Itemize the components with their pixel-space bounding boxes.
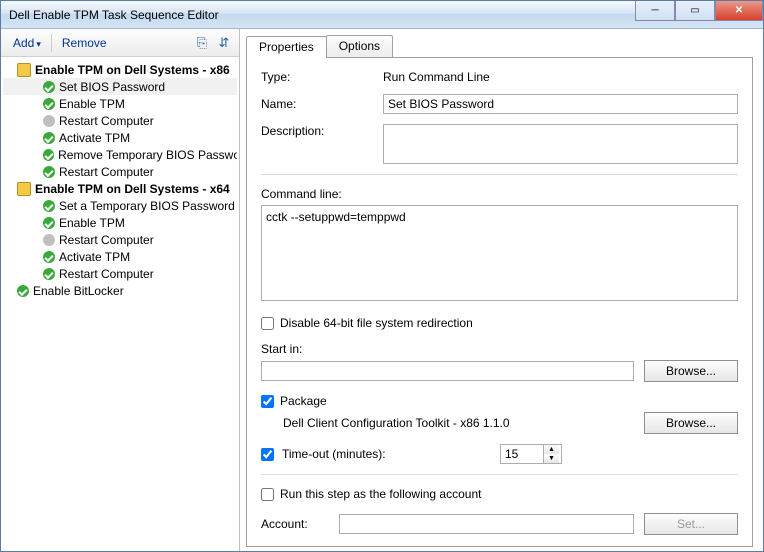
name-field[interactable]: [383, 94, 738, 114]
tree-item-label: Set a Temporary BIOS Password: [59, 199, 235, 213]
check-icon: [43, 217, 55, 229]
folder-icon: [17, 63, 31, 77]
check-icon: [43, 268, 55, 280]
account-field: [339, 514, 634, 534]
check-icon: [43, 132, 55, 144]
description-field[interactable]: [383, 124, 738, 164]
tree-item-label: Restart Computer: [59, 267, 154, 281]
tree-item-label: Set BIOS Password: [59, 80, 165, 94]
account-set-button: Set...: [644, 513, 738, 535]
timeout-spinner[interactable]: ▲▼: [500, 444, 562, 464]
window-buttons: ─ ▭ ✕: [635, 1, 763, 21]
tab-options[interactable]: Options: [326, 35, 393, 57]
tree-item[interactable]: Enable TPM on Dell Systems - x64: [3, 180, 237, 197]
tree-item-label: Restart Computer: [59, 233, 154, 247]
name-label: Name:: [261, 97, 383, 111]
timeout-field[interactable]: [501, 445, 543, 463]
commandline-label: Command line:: [261, 187, 738, 201]
description-label: Description:: [261, 124, 383, 138]
minimize-button[interactable]: ─: [635, 1, 675, 21]
left-pane: Add▾ Remove ⎘ ⇵ Enable TPM on Dell Syste…: [1, 29, 240, 551]
check-icon: [43, 149, 54, 161]
tree-item[interactable]: Remove Temporary BIOS Password: [3, 146, 237, 163]
tree-item[interactable]: Enable TPM: [3, 214, 237, 231]
tree-item[interactable]: Activate TPM: [3, 248, 237, 265]
spinner-up-icon[interactable]: ▲: [544, 445, 559, 454]
timeout-label: Time-out (minutes):: [282, 447, 492, 461]
tree-item[interactable]: Set BIOS Password: [3, 78, 237, 95]
type-value: Run Command Line: [383, 70, 490, 84]
tree-item-label: Enable TPM: [59, 97, 125, 111]
add-button[interactable]: Add▾: [7, 34, 47, 52]
tree-item[interactable]: Enable TPM: [3, 95, 237, 112]
check-icon: [43, 251, 55, 263]
package-browse-button[interactable]: Browse...: [644, 412, 738, 434]
tree-item-label: Remove Temporary BIOS Password: [58, 148, 237, 162]
spinner-down-icon[interactable]: ▼: [544, 454, 559, 463]
disabled-icon: [43, 115, 55, 127]
maximize-button[interactable]: ▭: [675, 1, 715, 21]
right-pane: Properties Options Type: Run Command Lin…: [240, 29, 763, 551]
tree-toolbar: Add▾ Remove ⎘ ⇵: [1, 29, 239, 57]
startin-browse-button[interactable]: Browse...: [644, 360, 738, 382]
tree-item[interactable]: Restart Computer: [3, 265, 237, 282]
account-label: Account:: [261, 517, 329, 531]
properties-panel: Type: Run Command Line Name: Description…: [246, 57, 753, 547]
properties-icon[interactable]: ⇵: [215, 34, 233, 52]
package-checkbox[interactable]: [261, 395, 274, 408]
check-icon: [17, 285, 29, 297]
tree-item[interactable]: Enable TPM on Dell Systems - x86: [3, 61, 237, 78]
tree-item-label: Enable TPM: [59, 216, 125, 230]
close-button[interactable]: ✕: [715, 1, 763, 21]
tree-item[interactable]: Restart Computer: [3, 163, 237, 180]
tree-item-label: Activate TPM: [59, 250, 130, 264]
disable-redirection-label: Disable 64-bit file system redirection: [280, 316, 473, 330]
runas-checkbox[interactable]: [261, 488, 274, 501]
tree-item[interactable]: Restart Computer: [3, 112, 237, 129]
editor-window: Dell Enable TPM Task Sequence Editor ─ ▭…: [0, 0, 764, 552]
toolbar-separator: [51, 34, 52, 52]
check-icon: [43, 81, 55, 93]
remove-button[interactable]: Remove: [56, 34, 113, 52]
tab-properties[interactable]: Properties: [246, 36, 327, 58]
task-tree[interactable]: Enable TPM on Dell Systems - x86 Set BIOS…: [1, 57, 239, 551]
window-title: Dell Enable TPM Task Sequence Editor: [9, 8, 219, 22]
tree-item-label: Activate TPM: [59, 131, 130, 145]
tree-item-label: Enable TPM on Dell Systems - x64: [35, 182, 230, 196]
disable-redirection-checkbox[interactable]: [261, 317, 274, 330]
tree-item-label: Restart Computer: [59, 165, 154, 179]
timeout-checkbox[interactable]: [261, 448, 274, 461]
folder-icon: [17, 182, 31, 196]
tabs: Properties Options: [246, 35, 753, 57]
titlebar[interactable]: Dell Enable TPM Task Sequence Editor ─ ▭…: [1, 1, 763, 29]
package-value: Dell Client Configuration Toolkit - x86 …: [283, 414, 634, 432]
tree-item-label: Enable TPM on Dell Systems - x86: [35, 63, 230, 77]
runas-label: Run this step as the following account: [280, 487, 481, 501]
type-label: Type:: [261, 70, 383, 84]
tree-item[interactable]: Restart Computer: [3, 231, 237, 248]
startin-label: Start in:: [261, 342, 738, 356]
check-icon: [43, 200, 55, 212]
commandline-field[interactable]: [261, 205, 738, 301]
disabled-icon: [43, 234, 55, 246]
tree-item[interactable]: Enable BitLocker: [3, 282, 237, 299]
check-icon: [43, 166, 55, 178]
tree-item[interactable]: Set a Temporary BIOS Password: [3, 197, 237, 214]
check-icon: [43, 98, 55, 110]
package-label: Package: [280, 394, 327, 408]
content-area: Add▾ Remove ⎘ ⇵ Enable TPM on Dell Syste…: [1, 29, 763, 551]
new-group-icon[interactable]: ⎘: [193, 34, 211, 52]
tree-item[interactable]: Activate TPM: [3, 129, 237, 146]
startin-field[interactable]: [261, 361, 634, 381]
tree-item-label: Restart Computer: [59, 114, 154, 128]
tree-item-label: Enable BitLocker: [33, 284, 124, 298]
